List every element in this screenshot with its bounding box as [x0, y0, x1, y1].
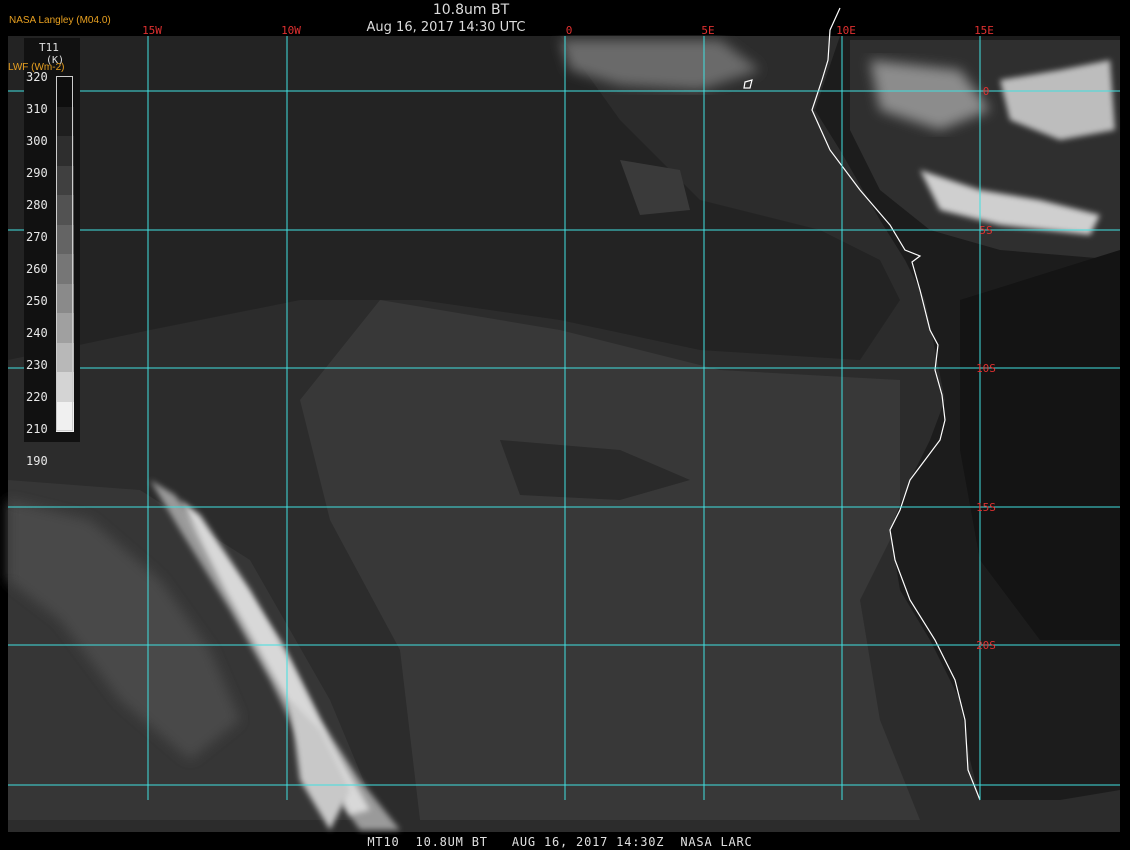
latitude-label: 20S — [976, 639, 996, 652]
satellite-map: 15W 10W 0 5E 10E 15E05S10S15S20S — [8, 7, 1120, 832]
latitude-label: 10S — [976, 362, 996, 375]
colorbar-tick-label: 270 — [26, 230, 48, 244]
colorbar-tick-label: 190 — [26, 454, 48, 468]
colorbar-tick-label: 310 — [26, 102, 48, 116]
footer-caption: MT10 10.8UM BT AUG 16, 2017 14:30Z NASA … — [367, 835, 753, 849]
colorbar-tick-label: 210 — [26, 422, 48, 436]
colorbar-tick-label: 260 — [26, 262, 48, 276]
colorbar-title: T11 — [39, 41, 59, 54]
colorbar-tick-label: 220 — [26, 390, 48, 404]
colorbar-tick-label: 230 — [26, 358, 48, 372]
image-datetime: Aug 16, 2017 14:30 UTC — [366, 20, 526, 35]
latitude-label: 15S — [976, 501, 996, 514]
colorbar-tick-label: 320 — [26, 70, 48, 84]
longitude-label: 15E — [974, 24, 994, 37]
latitude-label: 5S — [979, 224, 992, 237]
colorbar-tick-label: 240 — [26, 326, 48, 340]
colorbar-tick-label: 300 — [26, 134, 48, 148]
latitude-label: 0 — [983, 85, 990, 98]
colorbar-tick-label: 290 — [26, 166, 48, 180]
product-title: 10.8um BT — [432, 2, 510, 18]
colorbar-tick-label: 250 — [26, 294, 48, 308]
colorbar-tick-label: 280 — [26, 198, 48, 212]
colorbar-frame — [56, 76, 73, 431]
